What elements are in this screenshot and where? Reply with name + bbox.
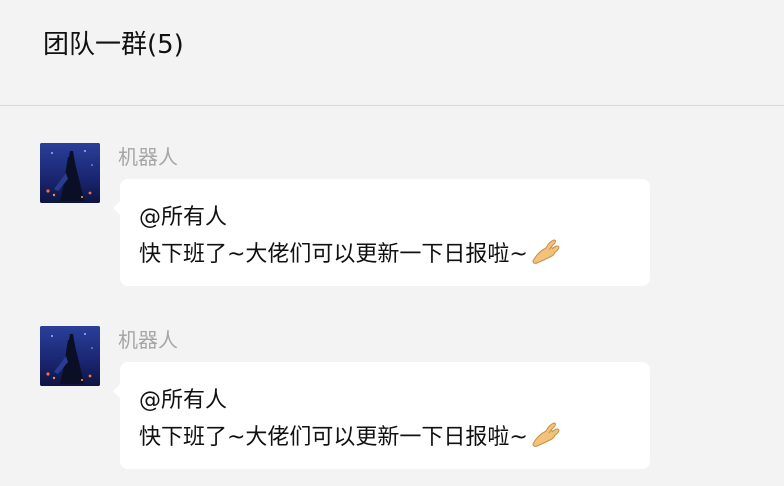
chat-title[interactable]: 团队一群(5) xyxy=(43,27,184,63)
sender-name: 机器人 xyxy=(118,145,178,169)
message-text: 快下班了~大佬们可以更新一下日报啦~ xyxy=(139,242,528,267)
ok-hand-emoji-icon xyxy=(532,239,560,264)
mention-text[interactable]: @所有人 xyxy=(139,199,632,236)
ok-hand-emoji-icon xyxy=(532,422,560,447)
mention-text[interactable]: @所有人 xyxy=(139,382,632,419)
message-text-line: 快下班了~大佬们可以更新一下日报啦~ xyxy=(139,419,632,456)
message-bubble[interactable]: @所有人 快下班了~大佬们可以更新一下日报啦~ xyxy=(113,362,650,469)
chat-header: 团队一群(5) xyxy=(0,0,784,106)
avatar[interactable] xyxy=(40,143,100,203)
message-text-line: 快下班了~大佬们可以更新一下日报啦~ xyxy=(139,236,632,273)
message-list[interactable]: 机器人 @所有人 快下班了~大佬们可以更新一下日报啦~ 机器人 @所有人 快下班… xyxy=(0,107,784,486)
message-bubble[interactable]: @所有人 快下班了~大佬们可以更新一下日报啦~ xyxy=(113,179,650,286)
avatar-image xyxy=(40,326,100,386)
avatar-image xyxy=(40,143,100,203)
avatar[interactable] xyxy=(40,326,100,386)
message-text: 快下班了~大佬们可以更新一下日报啦~ xyxy=(139,425,528,450)
sender-name: 机器人 xyxy=(118,328,178,352)
